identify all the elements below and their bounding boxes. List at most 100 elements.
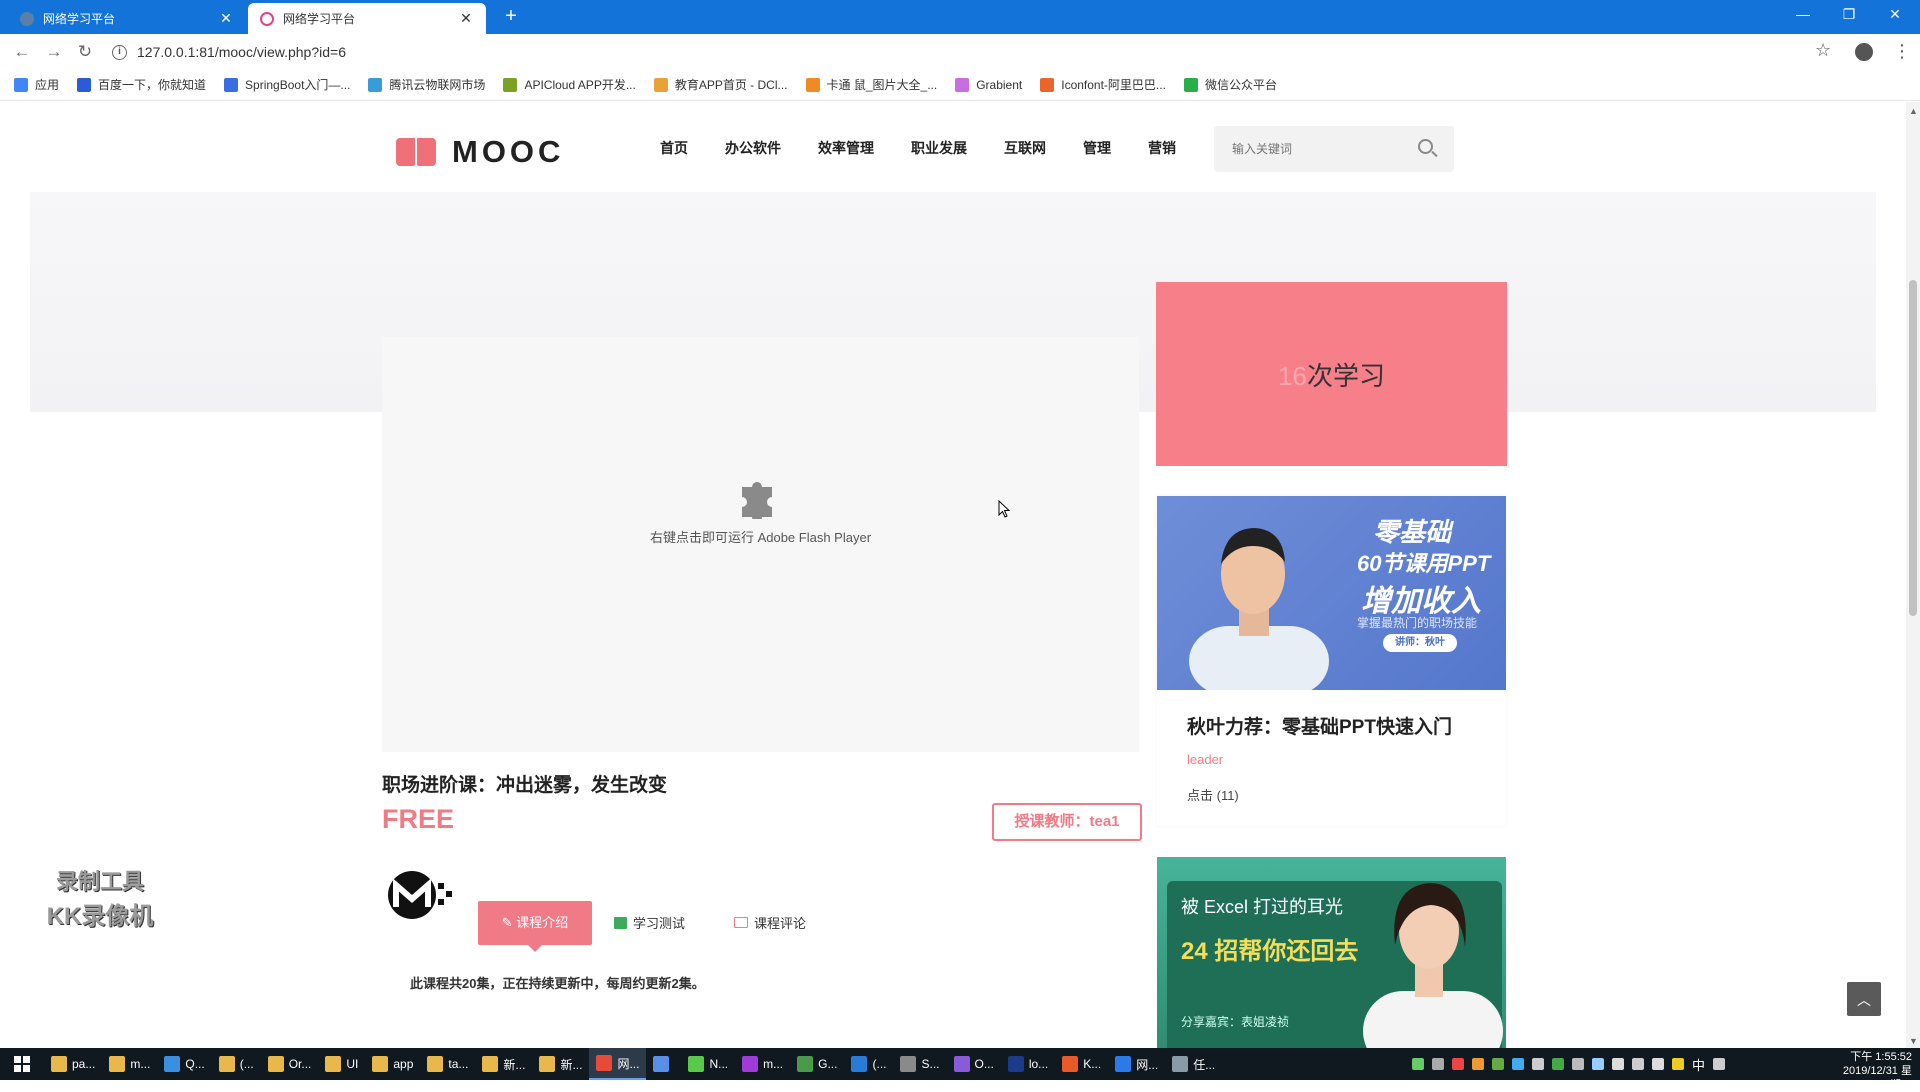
close-tab-icon[interactable]: ✕ bbox=[458, 10, 474, 27]
bookmark-item[interactable]: 微信公众平台 bbox=[1183, 76, 1277, 93]
tray-app-icon[interactable] bbox=[1432, 1058, 1444, 1070]
url-text[interactable]: 127.0.0.1:81/mooc/view.php?id=6 bbox=[137, 44, 346, 60]
search-input[interactable] bbox=[1232, 138, 1412, 160]
bookmark-item[interactable]: 教育APP首页 - DCl... bbox=[653, 76, 788, 93]
close-tab-icon[interactable]: ✕ bbox=[218, 10, 234, 27]
tray-app-icon[interactable] bbox=[1452, 1058, 1464, 1070]
nav-item-career[interactable]: 职业发展 bbox=[911, 138, 967, 158]
nav-item-management[interactable]: 管理 bbox=[1083, 138, 1111, 158]
volume-icon[interactable] bbox=[1652, 1058, 1664, 1070]
bookmark-item[interactable]: SpringBoot入门—... bbox=[224, 76, 350, 93]
taskbar-item[interactable]: (... bbox=[844, 1048, 893, 1080]
network-icon[interactable] bbox=[1532, 1058, 1544, 1070]
reload-icon[interactable]: ↻ bbox=[73, 40, 97, 64]
taskbar-item[interactable] bbox=[646, 1048, 681, 1080]
course-banner-image[interactable]: 零基础 60节课用PPT 增加收入 掌握最热门的职场技能 讲师：秋叶 bbox=[1157, 496, 1506, 690]
restore-window-icon[interactable]: ❐ bbox=[1826, 0, 1872, 30]
card-title[interactable]: 秋叶力荐：零基础PPT快速入门 bbox=[1187, 712, 1452, 739]
taskbar-item[interactable]: (... bbox=[212, 1048, 261, 1080]
scroll-up-icon[interactable]: ▲ bbox=[1909, 106, 1918, 116]
taskbar-item[interactable]: pa... bbox=[44, 1048, 102, 1080]
taskbar-item-label: O... bbox=[974, 1057, 994, 1071]
taskbar-item[interactable]: 网... bbox=[1108, 1048, 1165, 1080]
browser-tab-1[interactable]: 网络学习平台 ✕ bbox=[8, 3, 246, 34]
scroll-down-icon[interactable]: ▼ bbox=[1909, 1036, 1918, 1046]
bookmark-item[interactable]: APICloud APP开发... bbox=[503, 76, 636, 93]
keyboard-icon[interactable] bbox=[1713, 1058, 1726, 1070]
taskbar-item[interactable]: 新... bbox=[532, 1048, 589, 1080]
new-tab-button[interactable]: + bbox=[500, 5, 522, 27]
start-button[interactable] bbox=[0, 1048, 44, 1080]
excel-instructor-photo bbox=[1363, 883, 1503, 1048]
scrollbar-thumb[interactable] bbox=[1909, 280, 1917, 616]
tray-app-icon[interactable] bbox=[1552, 1058, 1564, 1070]
taskbar-item[interactable]: G... bbox=[790, 1048, 844, 1080]
usb-icon[interactable] bbox=[1612, 1058, 1624, 1070]
site-logo[interactable]: MOOC bbox=[396, 134, 564, 170]
tray-app-icon[interactable] bbox=[1512, 1058, 1524, 1070]
bluetooth-icon[interactable] bbox=[1592, 1058, 1604, 1070]
address-bar[interactable]: i 127.0.0.1:81/mooc/view.php?id=6 bbox=[112, 39, 1812, 65]
flash-player-area[interactable]: 右键点击即可运行 Adobe Flash Player bbox=[382, 337, 1139, 752]
browser-menu-icon[interactable]: ⋮ bbox=[1893, 40, 1911, 62]
close-window-icon[interactable]: ✕ bbox=[1872, 0, 1918, 30]
taskbar-item[interactable]: 新... bbox=[475, 1048, 532, 1080]
taskbar-item[interactable]: m... bbox=[735, 1048, 790, 1080]
tray-app-icon[interactable] bbox=[1672, 1058, 1684, 1070]
taskbar-item[interactable]: m... bbox=[102, 1048, 157, 1080]
taskbar-item[interactable]: O... bbox=[947, 1048, 1001, 1080]
taskbar-item[interactable]: ta... bbox=[420, 1048, 475, 1080]
taskbar-item[interactable]: app bbox=[365, 1048, 420, 1080]
bookmark-item[interactable]: Iconfont-阿里巴巴... bbox=[1040, 76, 1166, 93]
browser-tab-2[interactable]: 网络学习平台 ✕ bbox=[248, 3, 486, 34]
minimize-window-icon[interactable]: — bbox=[1780, 0, 1826, 30]
tab-study-quiz[interactable]: 学习测试 bbox=[614, 913, 685, 932]
nav-item-efficiency[interactable]: 效率管理 bbox=[818, 138, 874, 158]
bookmark-item[interactable]: Grabient bbox=[955, 77, 1022, 92]
nav-item-marketing[interactable]: 营销 bbox=[1148, 138, 1176, 158]
tab-course-comments[interactable]: 课程评论 bbox=[734, 913, 806, 932]
profile-avatar-icon[interactable] bbox=[1855, 43, 1873, 61]
bookmark-item[interactable]: 腾讯云物联网市场 bbox=[368, 76, 485, 93]
nav-item-office[interactable]: 办公软件 bbox=[725, 138, 781, 158]
wifi-icon[interactable] bbox=[1632, 1058, 1644, 1070]
site-info-icon[interactable]: i bbox=[112, 44, 127, 60]
search-icon[interactable] bbox=[1418, 139, 1433, 154]
input-method-indicator[interactable]: 中 bbox=[1692, 1055, 1705, 1074]
bookmark-item[interactable]: 卡通 鼠_图片大全_... bbox=[805, 76, 937, 93]
taskbar-item[interactable]: N... bbox=[681, 1048, 735, 1080]
bookmark-star-icon[interactable]: ☆ bbox=[1815, 40, 1831, 61]
recommended-course-card[interactable]: 零基础 60节课用PPT 增加收入 掌握最热门的职场技能 讲师：秋叶 秋叶力荐：… bbox=[1157, 496, 1506, 826]
forward-arrow-icon[interactable]: → bbox=[42, 40, 66, 64]
tray-app-icon[interactable] bbox=[1472, 1058, 1484, 1070]
taskbar-item[interactable]: UI bbox=[318, 1048, 365, 1080]
taskbar-item[interactable]: Q... bbox=[157, 1048, 211, 1080]
tab-course-intro[interactable]: ✎ 课程介绍 bbox=[478, 901, 592, 952]
taskbar-item[interactable]: 网... bbox=[589, 1048, 647, 1080]
excel-course-card[interactable]: 被 Excel 打过的耳光 24 招帮你还回去 分享嘉宾：表姐凌祯 bbox=[1157, 857, 1506, 1048]
taskbar-item[interactable]: lo... bbox=[1001, 1048, 1055, 1080]
taskbar-item[interactable]: Or... bbox=[261, 1048, 319, 1080]
taskbar-clock[interactable]: 下午 1:55:52 2019/12/31 星期二 bbox=[1834, 1050, 1912, 1092]
taskbar-app-icon bbox=[653, 1056, 670, 1072]
tray-app-icon[interactable] bbox=[1412, 1058, 1424, 1070]
page-scrollbar[interactable]: ▲ ▼ bbox=[1906, 102, 1920, 1048]
nav-item-home[interactable]: 首页 bbox=[660, 138, 688, 158]
teacher-button[interactable]: 授课教师：tea1 bbox=[992, 803, 1142, 841]
bookmark-item[interactable]: 应用 bbox=[14, 76, 59, 93]
battery-icon[interactable] bbox=[1572, 1058, 1584, 1070]
taskbar-item[interactable]: 任... bbox=[1165, 1048, 1222, 1080]
bookmark-item[interactable]: 百度一下，你就知道 bbox=[77, 76, 206, 93]
nav-item-internet[interactable]: 互联网 bbox=[1004, 138, 1046, 158]
back-to-top-button[interactable]: ︿ bbox=[1847, 982, 1881, 1016]
taskbar-item[interactable]: S... bbox=[893, 1048, 946, 1080]
back-arrow-icon[interactable]: ← bbox=[10, 40, 34, 64]
edit-icon: ✎ bbox=[501, 915, 517, 930]
taskbar-item[interactable]: K... bbox=[1055, 1048, 1108, 1080]
bookmark-label: 微信公众平台 bbox=[1204, 78, 1277, 92]
tray-app-icon[interactable] bbox=[1492, 1058, 1504, 1070]
card-clicks: 点击 (11) bbox=[1187, 788, 1239, 803]
taskbar-item-label: UI bbox=[346, 1057, 359, 1071]
taskbar-app-icon bbox=[482, 1056, 499, 1072]
logo-text: MOOC bbox=[452, 134, 565, 169]
